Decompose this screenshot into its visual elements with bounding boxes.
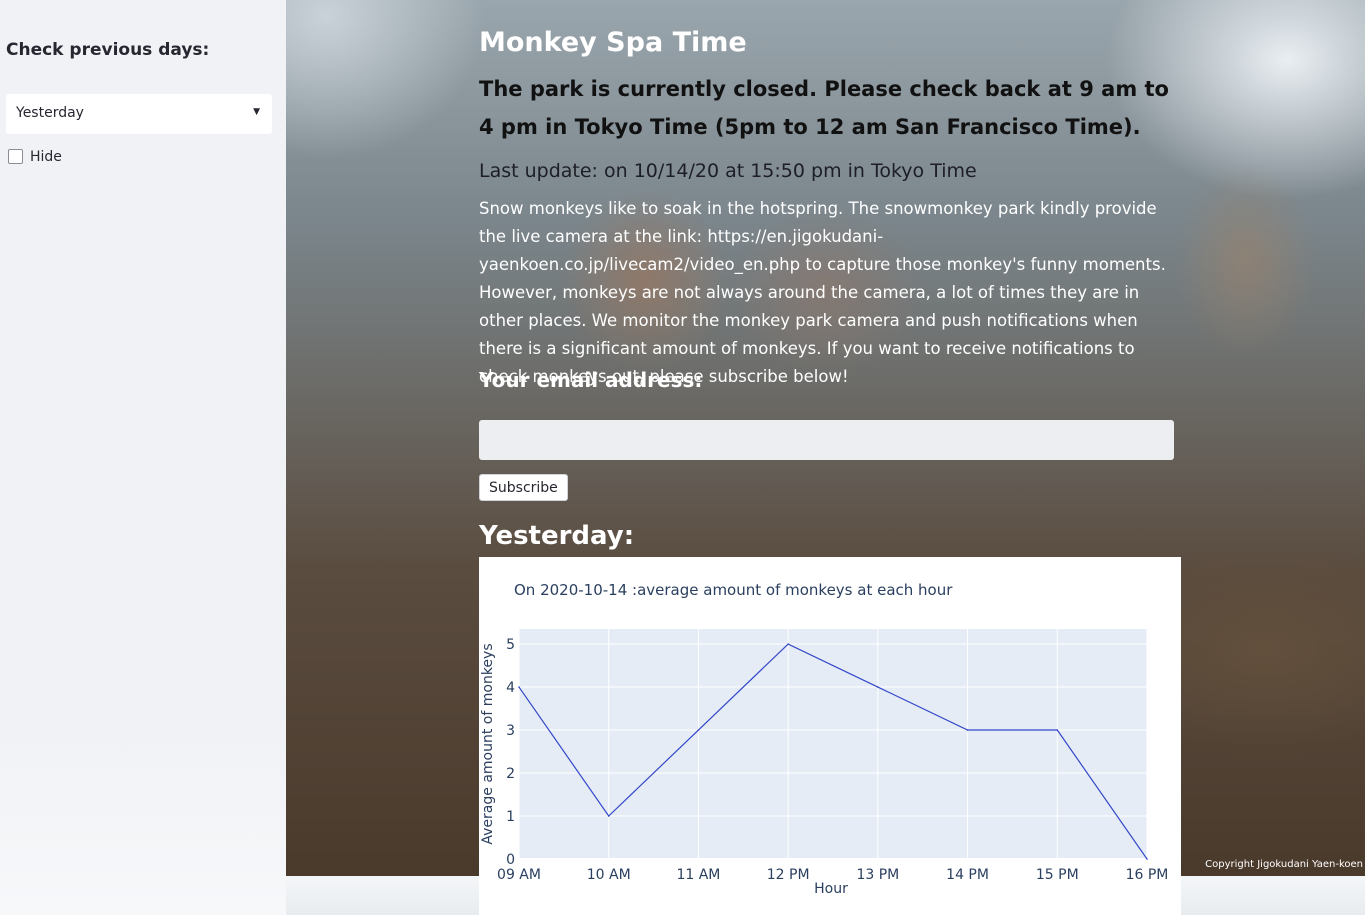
x-tick-label: 11 AM bbox=[676, 867, 720, 883]
y-tick-label: 3 bbox=[506, 723, 515, 739]
snow-patch bbox=[286, 0, 486, 160]
email-input[interactable] bbox=[479, 420, 1174, 460]
y-tick-label: 4 bbox=[506, 680, 515, 696]
data-point bbox=[607, 815, 610, 817]
chart-title: On 2020-10-14 :average amount of monkeys… bbox=[514, 581, 953, 599]
photo-copyright: Copyright Jigokudani Yaen-koen bbox=[1205, 859, 1363, 870]
y-axis-label: Average amount of monkeys bbox=[480, 643, 496, 844]
data-point bbox=[877, 686, 879, 688]
sidebar: Check previous days: Yesterday ▼ Hide bbox=[0, 0, 286, 915]
x-tick-label: 14 PM bbox=[946, 867, 989, 883]
hide-checkbox-label[interactable]: Hide bbox=[30, 149, 62, 165]
plot-area bbox=[519, 629, 1147, 859]
y-tick-label: 0 bbox=[506, 852, 515, 868]
data-point bbox=[518, 686, 520, 688]
day-select[interactable]: Yesterday ▼ bbox=[6, 94, 272, 134]
x-tick-label: 09 AM bbox=[497, 867, 541, 883]
data-point bbox=[966, 729, 969, 731]
data-point bbox=[697, 729, 700, 731]
y-tick-labels: 0 1 2 3 4 5 bbox=[506, 637, 515, 868]
x-axis-label: Hour bbox=[814, 881, 848, 897]
day-select-value: Yesterday bbox=[16, 105, 84, 121]
x-tick-label: 15 PM bbox=[1036, 867, 1079, 883]
x-tick-label: 10 AM bbox=[587, 867, 631, 883]
x-tick-label: 12 PM bbox=[767, 867, 810, 883]
line-chart: On 2020-10-14 :average amount of monkeys… bbox=[480, 581, 1169, 897]
y-tick-label: 1 bbox=[506, 809, 515, 825]
page-title: Monkey Spa Time bbox=[479, 27, 747, 58]
subscribe-button[interactable]: Subscribe bbox=[479, 474, 568, 501]
y-tick-label: 5 bbox=[506, 637, 515, 653]
chart-card: On 2020-10-14 :average amount of monkeys… bbox=[479, 557, 1181, 915]
section-heading-yesterday: Yesterday: bbox=[479, 521, 635, 551]
x-tick-label: 16 PM bbox=[1126, 867, 1169, 883]
x-tick-label: 13 PM bbox=[856, 867, 899, 883]
email-label: Your email address: bbox=[479, 368, 703, 392]
data-point bbox=[1146, 858, 1148, 860]
y-tick-label: 2 bbox=[506, 766, 515, 782]
chevron-down-icon: ▼ bbox=[253, 107, 260, 117]
park-closed-notice: The park is currently closed. Please che… bbox=[479, 77, 1169, 139]
data-point bbox=[787, 643, 789, 645]
data-point bbox=[1056, 729, 1059, 731]
last-update-text: Last update: on 10/14/20 at 15:50 pm in … bbox=[479, 160, 977, 182]
sidebar-title: Check previous days: bbox=[6, 40, 210, 60]
description-text: Snow monkeys like to soak in the hotspri… bbox=[479, 199, 1166, 386]
hide-checkbox[interactable] bbox=[8, 149, 23, 164]
